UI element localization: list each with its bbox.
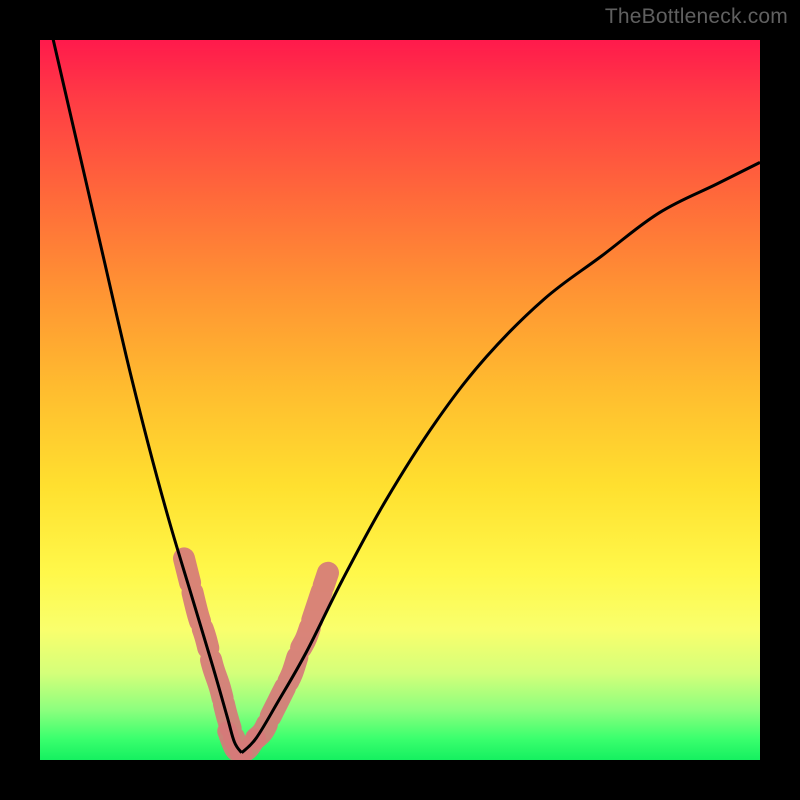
chart-frame: TheBottleneck.com	[0, 0, 800, 800]
curve-right-branch	[242, 162, 760, 752]
salmon-overlay-right	[256, 573, 328, 739]
plot-area	[40, 40, 760, 760]
watermark-text: TheBottleneck.com	[605, 5, 788, 29]
curve-layer	[40, 40, 760, 760]
